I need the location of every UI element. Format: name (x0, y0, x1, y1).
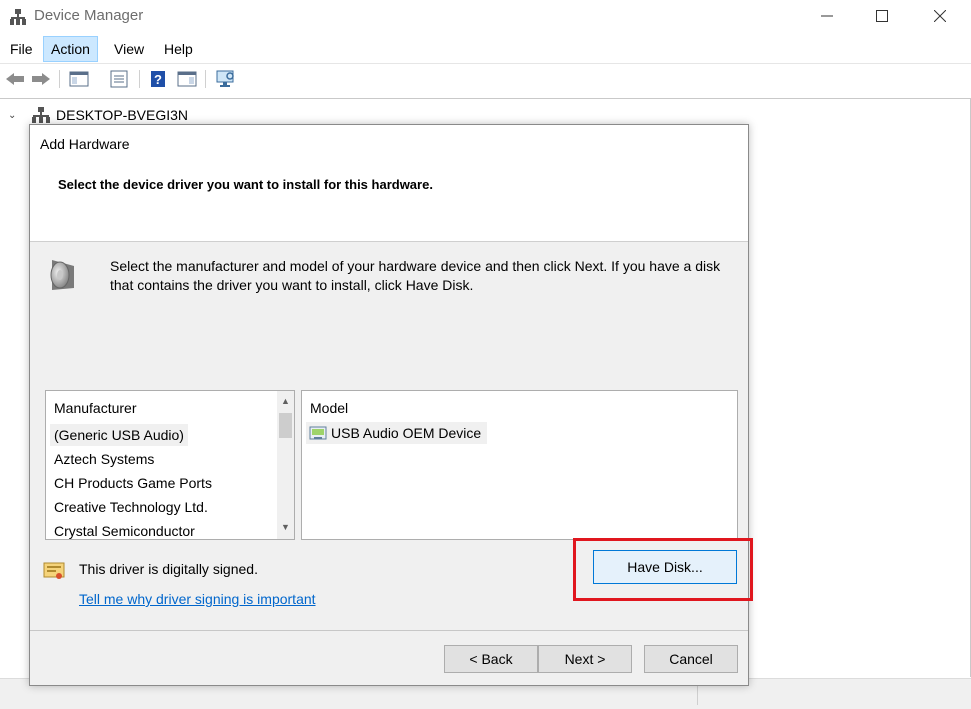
manufacturer-header: Manufacturer (54, 400, 137, 416)
toolbar-divider (59, 70, 60, 88)
add-hardware-dialog: Add Hardware Select the device driver yo… (29, 124, 753, 686)
chevron-down-icon[interactable]: ⌄ (8, 110, 20, 121)
cancel-button[interactable]: Cancel (644, 645, 738, 673)
scrollbar-thumb[interactable] (279, 413, 292, 438)
computer-icon (32, 107, 50, 123)
scan-hardware-changes-button[interactable] (215, 69, 237, 89)
model-list[interactable]: Model USB Audio OEM Device (301, 390, 738, 540)
menu-bar: File Action View Help (0, 36, 971, 62)
dialog-footer-divider (30, 630, 748, 631)
close-button[interactable] (909, 0, 971, 32)
minimize-icon (821, 15, 833, 17)
scroll-up-icon[interactable]: ▲ (277, 393, 294, 410)
action-pane-button[interactable] (176, 69, 198, 89)
title-bar: Device Manager (0, 0, 971, 34)
model-item-label: USB Audio OEM Device (331, 425, 482, 441)
menu-help[interactable]: Help (157, 36, 200, 62)
toolbar: ? (0, 64, 971, 94)
action-pane-icon (177, 71, 197, 87)
manufacturer-item[interactable]: CH Products Game Ports (50, 472, 216, 494)
driver-certificate-icon (309, 425, 327, 441)
tree-root-label: DESKTOP-BVEGI3N (56, 107, 189, 123)
back-button[interactable]: < Back (444, 645, 538, 673)
manufacturer-item[interactable]: Crystal Semiconductor (50, 520, 199, 539)
svg-text:?: ? (154, 72, 162, 87)
menu-view[interactable]: View (107, 36, 151, 62)
show-hide-console-tree-button[interactable] (68, 69, 90, 89)
manufacturer-item[interactable]: (Generic USB Audio) (50, 424, 188, 446)
help-toolbar-button[interactable]: ? (147, 69, 169, 89)
menu-action[interactable]: Action (43, 36, 98, 62)
tree-root-item[interactable]: ⌄ DESKTOP-BVEGI3N (8, 105, 188, 125)
properties-toolbar-button[interactable] (108, 69, 130, 89)
dialog-heading: Select the device driver you want to ins… (58, 177, 433, 192)
device-manager-icon (9, 8, 27, 26)
dialog-description: Select the manufacturer and model of you… (110, 258, 721, 293)
window-title: Device Manager (34, 7, 144, 24)
signed-status-text: This driver is digitally signed. (79, 561, 258, 577)
back-arrow-icon (6, 73, 24, 85)
back-toolbar-button[interactable] (4, 69, 26, 89)
maximize-icon (876, 10, 888, 22)
manufacturer-list[interactable]: Manufacturer (Generic USB Audio) Aztech … (45, 390, 295, 540)
console-tree-icon (69, 71, 89, 87)
signed-certificate-icon (43, 561, 65, 581)
dialog-header: Add Hardware Select the device driver yo… (30, 125, 748, 242)
forward-toolbar-button[interactable] (30, 69, 52, 89)
toolbar-divider (139, 70, 140, 88)
forward-arrow-icon (32, 73, 50, 85)
manufacturer-scrollbar[interactable]: ▲ ▼ (277, 391, 294, 539)
manufacturer-item[interactable]: Creative Technology Ltd. (50, 496, 212, 518)
help-icon: ? (151, 71, 165, 87)
scroll-down-icon[interactable]: ▼ (277, 519, 294, 536)
driver-signing-link[interactable]: Tell me why driver signing is important (79, 591, 316, 607)
properties-icon (110, 70, 128, 88)
maximize-button[interactable] (851, 0, 913, 32)
status-divider (697, 683, 698, 705)
toolbar-divider (205, 70, 206, 88)
next-button[interactable]: Next > (538, 645, 632, 673)
dialog-title: Add Hardware (40, 136, 130, 152)
model-item[interactable]: USB Audio OEM Device (306, 422, 488, 444)
minimize-button[interactable] (796, 0, 858, 32)
highlight-annotation (573, 538, 753, 601)
menu-file[interactable]: File (3, 36, 40, 62)
speaker-icon (46, 256, 82, 294)
model-header: Model (310, 400, 349, 416)
close-icon (934, 10, 946, 22)
scan-monitor-icon (216, 70, 234, 87)
manufacturer-item[interactable]: Aztech Systems (50, 448, 158, 470)
